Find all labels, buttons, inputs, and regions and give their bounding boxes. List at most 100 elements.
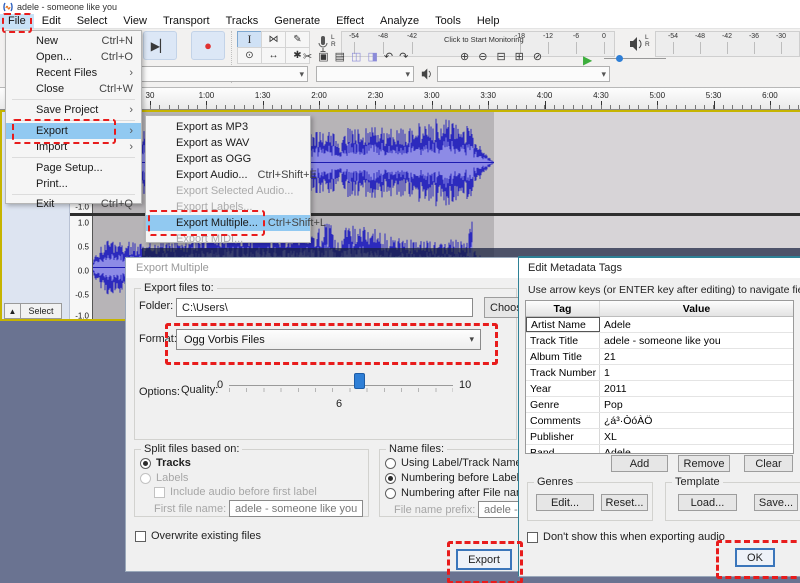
submenu-export-as-ogg[interactable]: Export as OGG [146,151,310,167]
tag-cell[interactable]: Band [526,445,600,454]
using-label-radio[interactable] [385,458,396,469]
overwrite-label[interactable]: Overwrite existing files [151,530,261,542]
menu-item-edit[interactable]: Edit [34,14,69,29]
tracks-radio-label[interactable]: Tracks [156,457,191,469]
skip-to-end-button[interactable]: ▶▏ [143,31,177,60]
slider-value-label: 6 [336,398,342,410]
value-cell[interactable]: Adele [600,445,793,454]
play-speed-slider-thumb[interactable] [616,55,623,62]
folder-input[interactable]: C:\Users\ [176,298,473,317]
genres-edit-button[interactable]: Edit... [536,494,594,511]
value-cell[interactable]: ¿á³·ÒóÀÖ [600,413,793,428]
collapse-track-button[interactable]: ▲ [4,303,21,319]
menu-item-view[interactable]: View [115,14,155,29]
quality-slider[interactable] [229,385,453,386]
meter-scale-label: -42 [407,33,417,40]
file-menu-open[interactable]: Open...Ctrl+O [6,49,141,65]
numbering-after-radio-label[interactable]: Numbering after File name prefix [401,487,520,499]
zoom-tool-button[interactable]: ⊙ [237,47,262,64]
menu-item-effect[interactable]: Effect [328,14,372,29]
submenu-arrow-icon: › [129,104,133,116]
zoom-out-button[interactable]: ⊖ [478,50,487,63]
selection-tool-icon: I [248,32,252,47]
tag-cell[interactable]: Track Title [526,333,600,348]
value-cell[interactable]: Adele [600,317,793,332]
first-file-name-input[interactable]: adele - someone like you [229,500,363,517]
tag-cell[interactable]: Comments [526,413,600,428]
draw-tool-button[interactable]: ✎ [285,31,310,48]
numbering-before-radio-label[interactable]: Numbering before Label/Track Na [401,472,520,484]
recording-device-select[interactable]: ▾ [132,66,308,82]
menu-item-generate[interactable]: Generate [266,14,328,29]
tag-cell[interactable]: Year [526,381,600,396]
dont-show-label[interactable]: Don't show this when exporting audio [543,531,725,543]
play-speed-slider[interactable] [604,58,666,59]
undo-button[interactable]: ↶ [384,50,393,63]
dont-show-checkbox[interactable] [527,532,538,543]
trim-audio-button[interactable]: ◫ [351,50,361,63]
paste-button[interactable]: ▤ [335,50,345,63]
numbering-after-radio[interactable] [385,488,396,499]
zoom-toggle-button[interactable]: ⊘ [533,50,542,63]
value-cell[interactable]: adele - someone like you [600,333,793,348]
value-column-header[interactable]: Value [600,301,793,316]
file-menu-page-setup[interactable]: Page Setup... [6,160,141,176]
template-load-button[interactable]: Load... [678,494,737,511]
monitor-text[interactable]: Click to Start Monitoring [444,35,524,44]
numbering-before-radio[interactable] [385,473,396,484]
menu-item-analyze[interactable]: Analyze [372,14,427,29]
quality-slider-thumb[interactable] [354,373,365,389]
submenu-export-as-mp3[interactable]: Export as MP3 [146,119,310,135]
overwrite-checkbox[interactable] [135,531,146,542]
record-button[interactable]: ● [191,31,225,60]
file-name-prefix-input[interactable]: adele - someone [478,501,520,518]
using-label-radio-label[interactable]: Using Label/Track Name [401,457,520,469]
menu-item-help[interactable]: Help [469,14,508,29]
tag-cell[interactable]: Genre [526,397,600,412]
zoom-in-button[interactable]: ⊕ [460,50,469,63]
choose-folder-button[interactable]: Choose... [484,297,520,318]
add-button[interactable]: Add [611,455,668,472]
file-menu-new[interactable]: NewCtrl+N [6,33,141,49]
zoom-project-button[interactable]: ⊞ [515,50,524,63]
selection-tool-button[interactable]: I [237,31,262,48]
genres-reset-button[interactable]: Reset... [601,494,648,511]
file-menu-close[interactable]: CloseCtrl+W [6,81,141,97]
recording-channels-select[interactable]: ▾ [316,66,414,82]
value-cell[interactable]: 2011 [600,381,793,396]
value-cell[interactable]: XL [600,429,793,444]
value-cell[interactable]: 21 [600,349,793,364]
menu-item-select[interactable]: Select [69,14,116,29]
menu-item-tracks[interactable]: Tracks [218,14,267,29]
tag-cell[interactable]: Artist Name [526,317,600,332]
silence-audio-button[interactable]: ◨ [367,50,377,63]
submenu-export-audio[interactable]: Export Audio...Ctrl+Shift+E [146,167,310,183]
tag-cell[interactable]: Album Title [526,349,600,364]
zoom-selection-button[interactable]: ⊟ [496,50,505,63]
value-cell[interactable]: Pop [600,397,793,412]
value-cell[interactable]: 1 [600,365,793,380]
tag-column-header[interactable]: Tag [526,301,600,316]
template-save-button[interactable]: Save... [754,494,798,511]
file-menu-exit[interactable]: ExitCtrl+Q [6,197,141,210]
menu-separator [12,194,135,195]
timeshift-tool-button[interactable]: ↔ [261,47,286,64]
menu-item-transport[interactable]: Transport [155,14,218,29]
remove-button[interactable]: Remove [678,455,730,472]
file-menu-recent-files[interactable]: Recent Files› [6,65,141,81]
menu-item-tools[interactable]: Tools [427,14,469,29]
submenu-export-as-wav[interactable]: Export as WAV [146,135,310,151]
file-menu-print[interactable]: Print... [6,176,141,192]
tag-cell[interactable]: Publisher [526,429,600,444]
select-button[interactable]: Select [20,303,62,319]
envelope-tool-button[interactable]: ⋈ [261,31,286,48]
playback-meter[interactable]: -54-48-42-36-30 [655,31,800,57]
clear-button[interactable]: Clear [744,455,793,472]
file-menu-save-project[interactable]: Save Project› [6,102,141,118]
playback-device-select[interactable]: ▾ [437,66,610,82]
redo-button[interactable]: ↷ [399,50,408,63]
tag-cell[interactable]: Track Number [526,365,600,380]
copy-button[interactable]: ▣ [318,50,328,63]
cut-button[interactable]: ✂ [303,50,312,63]
tracks-radio[interactable] [140,458,151,469]
